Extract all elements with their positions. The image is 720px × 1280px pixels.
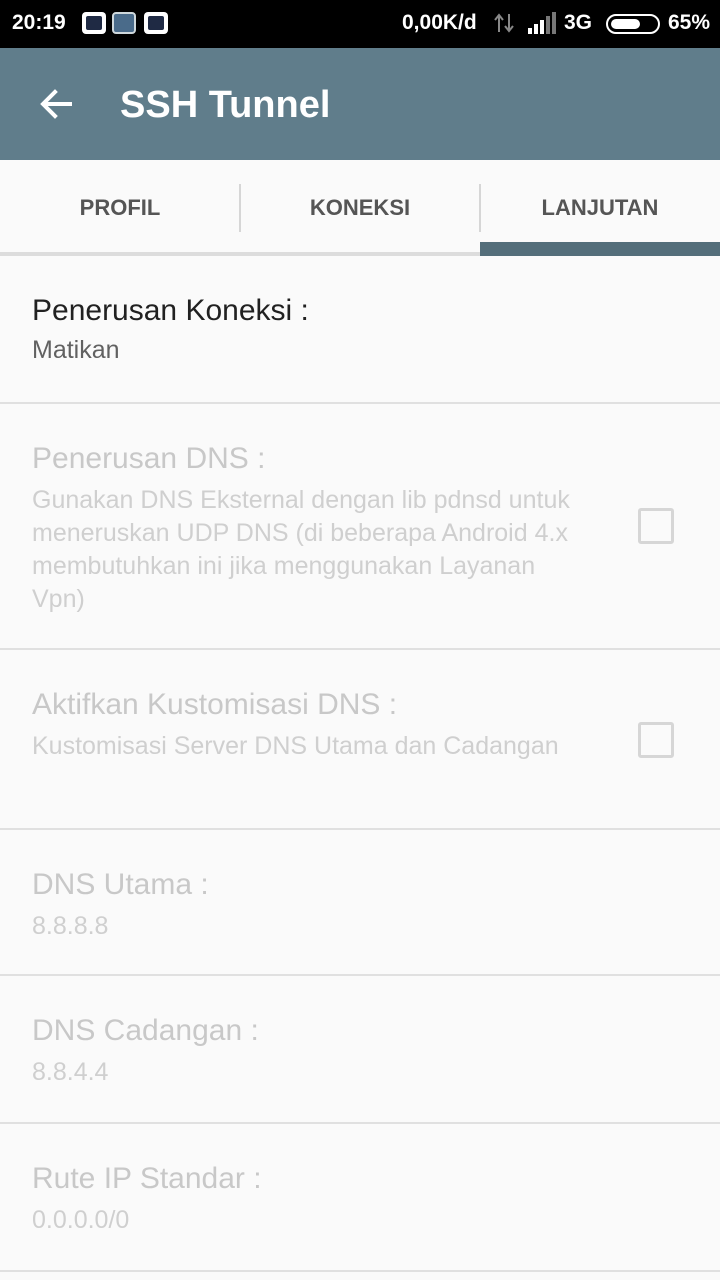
- pref-dns-utama[interactable]: DNS Utama : 8.8.8.8: [0, 830, 720, 976]
- tab-profil[interactable]: PROFIL: [0, 160, 240, 256]
- network-type: 3G: [564, 11, 593, 34]
- pref-dns-cadangan[interactable]: DNS Cadangan : 8.8.4.4: [0, 976, 720, 1124]
- preference-list: Penerusan Koneksi : Matikan Penerusan DN…: [0, 256, 720, 1272]
- data-transfer-icon: [494, 13, 514, 33]
- pref-penerusan-dns[interactable]: Penerusan DNS : Gunakan DNS Eksternal de…: [0, 404, 720, 650]
- status-time: 20:19: [12, 11, 66, 34]
- pref-title: Penerusan DNS :: [32, 442, 266, 475]
- signal-icon: [528, 12, 556, 34]
- pref-title: Penerusan Koneksi :: [32, 294, 309, 327]
- pref-title: DNS Cadangan :: [32, 1014, 259, 1047]
- tab-koneksi[interactable]: KONEKSI: [240, 160, 480, 256]
- pref-aktifkan-kustomisasi-dns[interactable]: Aktifkan Kustomisasi DNS : Kustomisasi S…: [0, 650, 720, 830]
- pref-rute-ip-standar[interactable]: Rute IP Standar : 0.0.0.0/0: [0, 1124, 720, 1272]
- tab-bar: PROFIL KONEKSI LANJUTAN: [0, 160, 720, 256]
- battery-percent: 65%: [668, 11, 711, 34]
- back-arrow-icon: [40, 89, 72, 119]
- tab-label: PROFIL: [79, 195, 161, 220]
- status-bar: 20:19 0,00K/d 3G 65%: [0, 0, 720, 48]
- bbm-icon: [144, 12, 168, 34]
- dns-forwarding-checkbox[interactable]: [638, 508, 674, 544]
- bbm-icon: [82, 12, 106, 34]
- pref-title: Aktifkan Kustomisasi DNS :: [32, 688, 398, 721]
- custom-dns-checkbox[interactable]: [638, 722, 674, 758]
- page-title: SSH Tunnel: [120, 84, 331, 126]
- tab-label: LANJUTAN: [541, 195, 659, 220]
- pref-summary: Matikan: [32, 336, 120, 364]
- back-button[interactable]: [28, 76, 84, 132]
- pref-title: Rute IP Standar :: [32, 1162, 262, 1195]
- pref-summary: 8.8.4.4: [32, 1058, 109, 1086]
- pref-penerusan-koneksi[interactable]: Penerusan Koneksi : Matikan: [0, 256, 720, 404]
- game-icon: [112, 12, 136, 34]
- pref-summary: 0.0.0.0/0: [32, 1206, 130, 1234]
- tab-selected-indicator: [480, 242, 720, 256]
- pref-summary: 8.8.8.8: [32, 912, 109, 940]
- battery-icon: [606, 14, 660, 34]
- battery-level: [611, 19, 640, 29]
- tab-label: KONEKSI: [309, 195, 411, 220]
- pref-summary: Kustomisasi Server DNS Utama dan Cadanga…: [32, 732, 559, 760]
- pref-title: DNS Utama :: [32, 868, 209, 901]
- app-toolbar: SSH Tunnel: [0, 48, 720, 160]
- network-speed: 0,00K/d: [402, 11, 477, 34]
- pref-summary: Gunakan DNS Eksternal dengan lib pdnsd u…: [32, 486, 570, 613]
